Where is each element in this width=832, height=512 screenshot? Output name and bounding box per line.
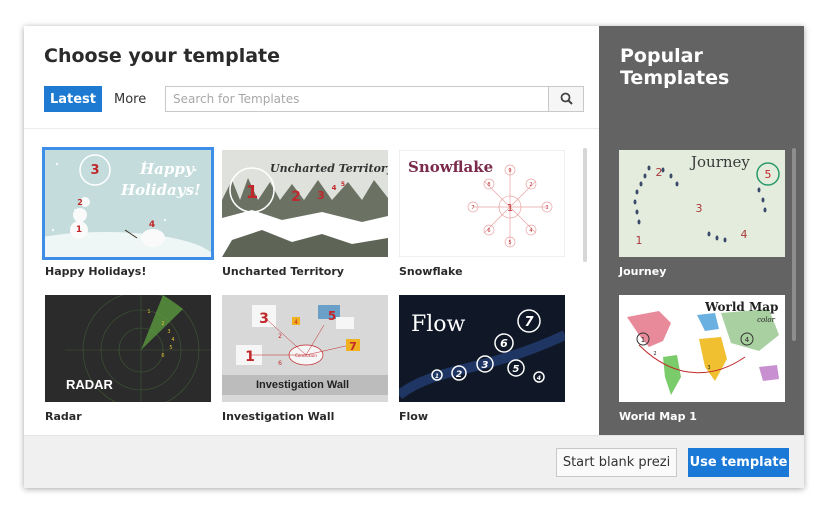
thumb-number: 2	[278, 333, 282, 340]
template-label: Snowflake	[399, 265, 463, 278]
thumb-flow-title: Flow	[411, 312, 466, 337]
popular-worldmap-subtitle: color	[757, 316, 776, 324]
thumb-number: 4	[741, 228, 748, 241]
popular-thumb-journey[interactable]: Journey 2 5 3 1 4	[619, 150, 785, 257]
popular-worldmap-title: World Map	[704, 300, 778, 314]
template-label: Radar	[45, 410, 82, 423]
template-thumb-flow[interactable]: Flow 7 6 5 3 2 1 4	[399, 295, 565, 402]
thumb-number: 7	[524, 315, 534, 330]
thumb-investigation-note: Conclusion	[295, 353, 317, 358]
thumb-number: 4	[149, 220, 155, 230]
thumb-number: 5	[341, 181, 345, 188]
thumb-number: 4	[294, 319, 298, 326]
thumb-happy-holidays-line1: Happy	[139, 160, 195, 178]
template-thumb-radar[interactable]: RADAR 1 2 3 4 5 6	[45, 295, 211, 402]
thumb-number: 4	[537, 375, 541, 382]
thumb-number: 1	[641, 336, 645, 344]
thumb-number: 4	[332, 184, 337, 192]
thumb-number: 4	[745, 336, 750, 344]
thumb-number: 9	[508, 168, 511, 174]
thumb-number: 5	[765, 168, 772, 181]
thumb-number: 1	[507, 203, 513, 214]
search-button[interactable]	[548, 87, 583, 111]
thumb-number: 1	[76, 225, 82, 235]
thumb-uncharted-title: Uncharted Territory	[270, 162, 388, 175]
thumb-number: 6	[487, 228, 490, 234]
header-divider	[24, 128, 599, 129]
search-icon	[560, 90, 573, 109]
popular-list-scrollbar[interactable]	[792, 148, 796, 341]
thumb-number: 2	[77, 198, 83, 207]
thumb-number: 8	[487, 182, 490, 188]
template-label: Investigation Wall	[222, 410, 335, 423]
template-list-scrollbar[interactable]	[583, 148, 587, 262]
dialog-title: Choose your template	[44, 45, 281, 67]
popular-journey-title: Journey	[689, 153, 750, 171]
tab-latest[interactable]: Latest	[44, 86, 102, 112]
thumb-investigation-title: Investigation Wall	[256, 379, 349, 391]
thumb-number: 1	[245, 349, 255, 365]
template-label: Happy Holidays!	[45, 265, 147, 278]
thumb-number: 1	[435, 373, 439, 380]
popular-label: World Map 1	[619, 410, 697, 423]
template-thumb-uncharted-territory[interactable]: Uncharted Territory 1 2 3 4 5	[222, 150, 388, 257]
thumb-number: 3	[259, 311, 269, 327]
start-blank-prezi-button[interactable]: Start blank prezi	[556, 448, 677, 477]
thumb-number: 3	[696, 202, 703, 215]
thumb-number: 4	[171, 337, 174, 343]
template-dialog: Choose your template Latest More Search …	[24, 26, 804, 488]
popular-label: Journey	[619, 265, 667, 278]
thumb-number: 3	[707, 365, 710, 371]
thumb-number: 5	[169, 345, 172, 351]
dialog-footer: Start blank prezi Use template	[24, 435, 804, 488]
template-thumb-happy-holidays[interactable]: Happy Holidays! 3 2 1 4	[42, 147, 214, 260]
thumb-number: 5	[328, 309, 336, 323]
thumb-number: 3	[90, 163, 99, 178]
thumb-number: 2	[456, 370, 462, 380]
thumb-number: 4	[529, 228, 532, 234]
template-label: Uncharted Territory	[222, 265, 344, 278]
search-box	[165, 86, 584, 112]
thumb-number: 7	[349, 340, 357, 353]
thumb-number: 5	[508, 240, 511, 246]
thumb-number: 1	[636, 234, 643, 247]
thumb-number: 7	[471, 205, 474, 211]
popular-templates-title: Popular Templates	[620, 45, 730, 89]
thumb-number: 6	[278, 360, 282, 367]
thumb-number: 5	[513, 364, 520, 375]
thumb-number: 2	[529, 182, 532, 188]
thumb-number: 2	[653, 351, 656, 357]
use-template-button[interactable]: Use template	[688, 448, 789, 477]
template-label: Flow	[399, 410, 429, 423]
thumb-number: 2	[161, 321, 164, 327]
thumb-number: 3	[167, 329, 170, 335]
thumb-radar-title: RADAR	[66, 377, 114, 392]
template-thumb-investigation-wall[interactable]: Conclusion Investigation Wall 3 5 1 7 2 …	[222, 295, 388, 402]
popular-templates-panel: Popular Templates Journey 2 5 3 1 4 Jour…	[599, 26, 804, 435]
thumb-number: 6	[161, 353, 164, 359]
thumb-number: 6	[500, 337, 508, 350]
template-thumb-snowflake[interactable]: Snowflake 1 2 3 4 5 6 7 8 9	[399, 150, 565, 257]
tab-more[interactable]: More	[114, 92, 146, 107]
popular-thumb-world-map[interactable]: World Map color 1 2 3 4	[619, 295, 785, 402]
thumb-number: 3	[317, 189, 325, 202]
thumb-number: 3	[545, 205, 548, 211]
thumb-number: 2	[656, 166, 663, 179]
thumb-number: 3	[482, 360, 489, 371]
thumb-number: 1	[246, 182, 259, 203]
thumb-snowflake-title: Snowflake	[408, 158, 493, 176]
thumb-number: 1	[147, 309, 150, 315]
thumb-number: 2	[291, 189, 301, 205]
search-input[interactable]	[166, 87, 548, 111]
thumb-happy-holidays-line2: Holidays!	[120, 181, 201, 199]
template-browser: Choose your template Latest More Search …	[24, 26, 599, 435]
